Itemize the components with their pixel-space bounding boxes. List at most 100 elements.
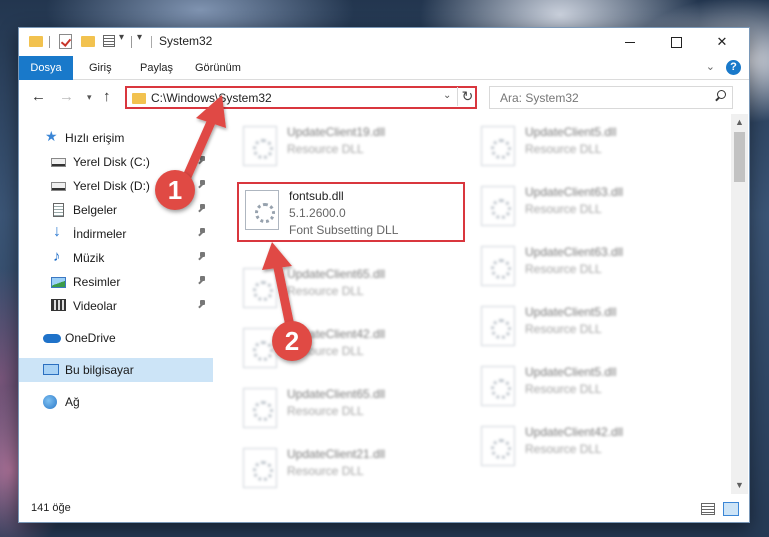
vertical-scrollbar[interactable]: ▲ ▼	[731, 114, 748, 494]
tab-gorunum[interactable]: Görünüm	[187, 56, 249, 80]
scroll-up-icon[interactable]: ▲	[731, 114, 748, 131]
file-description: Resource DLL	[525, 202, 602, 216]
network-icon	[43, 395, 57, 409]
dll-file-icon	[481, 186, 515, 226]
address-path[interactable]: C:\Windows\System32	[151, 91, 272, 105]
file-description: Resource DLL	[287, 284, 364, 298]
drive-icon	[51, 158, 66, 167]
dll-file-icon	[243, 328, 277, 368]
file-description: Font Subsetting DLL	[289, 223, 399, 237]
scrollbar-thumb[interactable]	[734, 132, 745, 182]
file-item[interactable]: UpdateClient5.dll Resource DLL	[477, 122, 707, 174]
dll-file-icon	[481, 126, 515, 166]
scroll-down-icon[interactable]: ▼	[731, 477, 748, 494]
file-item-fontsub[interactable]: fontsub.dll 5.1.2600.0 Font Subsetting D…	[241, 186, 471, 238]
step-1-badge: 1	[155, 170, 195, 210]
pictures-icon	[51, 277, 66, 288]
search-icon[interactable]	[714, 90, 726, 102]
sidebar-item-label: Ağ	[65, 395, 80, 409]
pin-icon	[198, 180, 207, 189]
file-item[interactable]: UpdateClient65.dll Resource DLL	[239, 264, 469, 316]
file-item[interactable]: UpdateClient42.dll Resource DLL	[477, 422, 707, 474]
properties-checkmark-icon[interactable]	[59, 34, 72, 49]
new-folder-icon[interactable]	[81, 36, 95, 47]
sidebar-item-network[interactable]: Ağ	[19, 390, 213, 414]
file-version: 5.1.2600.0	[289, 206, 346, 220]
file-name: UpdateClient21.dll	[287, 447, 386, 461]
toolbar-divider	[49, 36, 50, 48]
sidebar-item-quick-access[interactable]: Hızlı erişim	[19, 126, 213, 150]
sidebar-item-label: Müzik	[73, 251, 105, 265]
file-item[interactable]: UpdateClient5.dll Resource DLL	[477, 302, 707, 354]
forward-arrow-icon[interactable]: →	[59, 87, 74, 107]
sidebar-item-this-pc[interactable]: Bu bilgisayar	[19, 358, 213, 382]
dll-file-icon	[243, 126, 277, 166]
help-icon[interactable]: ?	[726, 60, 741, 75]
file-name: UpdateClient63.dll	[525, 245, 624, 259]
sidebar-item-videos[interactable]: Videolar	[19, 294, 213, 318]
address-history-chevron-icon[interactable]: ⌄	[443, 90, 451, 101]
sidebar-item-label: Resimler	[73, 275, 121, 289]
tab-dosya[interactable]: Dosya	[19, 56, 73, 80]
videos-icon	[51, 299, 66, 311]
dll-file-icon	[245, 190, 279, 230]
ribbon-tabs: Dosya Giriş Paylaş Görünüm ⌄ ?	[19, 56, 749, 80]
maximize-button[interactable]	[653, 28, 699, 56]
dll-file-icon	[243, 448, 277, 488]
sidebar-item-local-disk-c[interactable]: Yerel Disk (C:)	[19, 150, 213, 174]
properties-icon[interactable]	[103, 35, 115, 47]
pin-icon	[198, 228, 207, 237]
file-description: Resource DLL	[525, 262, 602, 276]
file-name: UpdateClient65.dll	[287, 267, 386, 281]
tab-paylas[interactable]: Paylaş	[132, 56, 181, 80]
file-item[interactable]: UpdateClient21.dll Resource DLL	[239, 444, 469, 494]
dll-file-icon	[243, 268, 277, 308]
dll-file-icon	[243, 388, 277, 428]
address-bar[interactable]: C:\Windows\System32 ⌄ ↻	[125, 86, 477, 109]
file-explorer-window: ▾ ▾ System32 Dosya Giriş Paylaş Görünüm …	[18, 27, 750, 523]
chevron-down-icon[interactable]: ▾	[119, 32, 124, 48]
customize-toolbar-icon[interactable]: ▾	[137, 32, 142, 48]
file-name: UpdateClient5.dll	[525, 125, 617, 139]
details-view-icon[interactable]	[701, 503, 715, 515]
file-item[interactable]: UpdateClient63.dll Resource DLL	[477, 242, 707, 294]
sidebar-item-onedrive[interactable]: OneDrive	[19, 326, 213, 350]
file-item[interactable]: UpdateClient65.dll Resource DLL	[239, 384, 469, 436]
search-placeholder: Ara: System32	[500, 91, 579, 105]
recent-locations-chevron-icon[interactable]: ▾	[87, 87, 92, 107]
file-description: Resource DLL	[525, 322, 602, 336]
music-icon	[53, 248, 68, 265]
close-button[interactable]	[699, 28, 745, 56]
large-icons-view-icon[interactable]	[723, 502, 739, 516]
file-name: UpdateClient65.dll	[287, 387, 386, 401]
back-arrow-icon[interactable]: ←	[31, 87, 46, 107]
documents-icon	[53, 203, 64, 217]
file-item[interactable]: UpdateClient19.dll Resource DLL	[239, 122, 469, 174]
file-item[interactable]: UpdateClient63.dll Resource DLL	[477, 182, 707, 234]
minimize-button[interactable]	[607, 28, 653, 56]
sidebar-item-pictures[interactable]: Resimler	[19, 270, 213, 294]
file-name: UpdateClient19.dll	[287, 125, 386, 139]
status-bar: 141 öğe	[19, 498, 749, 522]
sidebar-item-music[interactable]: Müzik	[19, 246, 213, 270]
tab-giris[interactable]: Giriş	[81, 56, 120, 80]
sidebar-item-label: Yerel Disk (D:)	[73, 179, 150, 193]
downloads-icon	[53, 223, 68, 241]
up-arrow-icon[interactable]: ↑	[103, 87, 111, 107]
drive-icon	[51, 182, 66, 191]
file-name: UpdateClient5.dll	[525, 365, 617, 379]
sidebar-item-downloads[interactable]: İndirmeler	[19, 222, 213, 246]
file-item[interactable]: UpdateClient5.dll Resource DLL	[477, 362, 707, 414]
refresh-icon[interactable]: ↻	[457, 87, 477, 106]
step-2-badge: 2	[272, 321, 312, 361]
search-input[interactable]: Ara: System32	[489, 86, 733, 109]
file-description: Resource DLL	[287, 464, 364, 478]
pin-icon	[198, 156, 207, 165]
selected-file-highlight[interactable]: fontsub.dll 5.1.2600.0 Font Subsetting D…	[237, 182, 465, 242]
file-description: Resource DLL	[287, 142, 364, 156]
expand-ribbon-icon[interactable]: ⌄	[706, 60, 715, 73]
sidebar-item-label: Hızlı erişim	[65, 131, 125, 145]
pin-icon	[198, 252, 207, 261]
dll-file-icon	[481, 366, 515, 406]
onedrive-icon	[43, 334, 61, 343]
